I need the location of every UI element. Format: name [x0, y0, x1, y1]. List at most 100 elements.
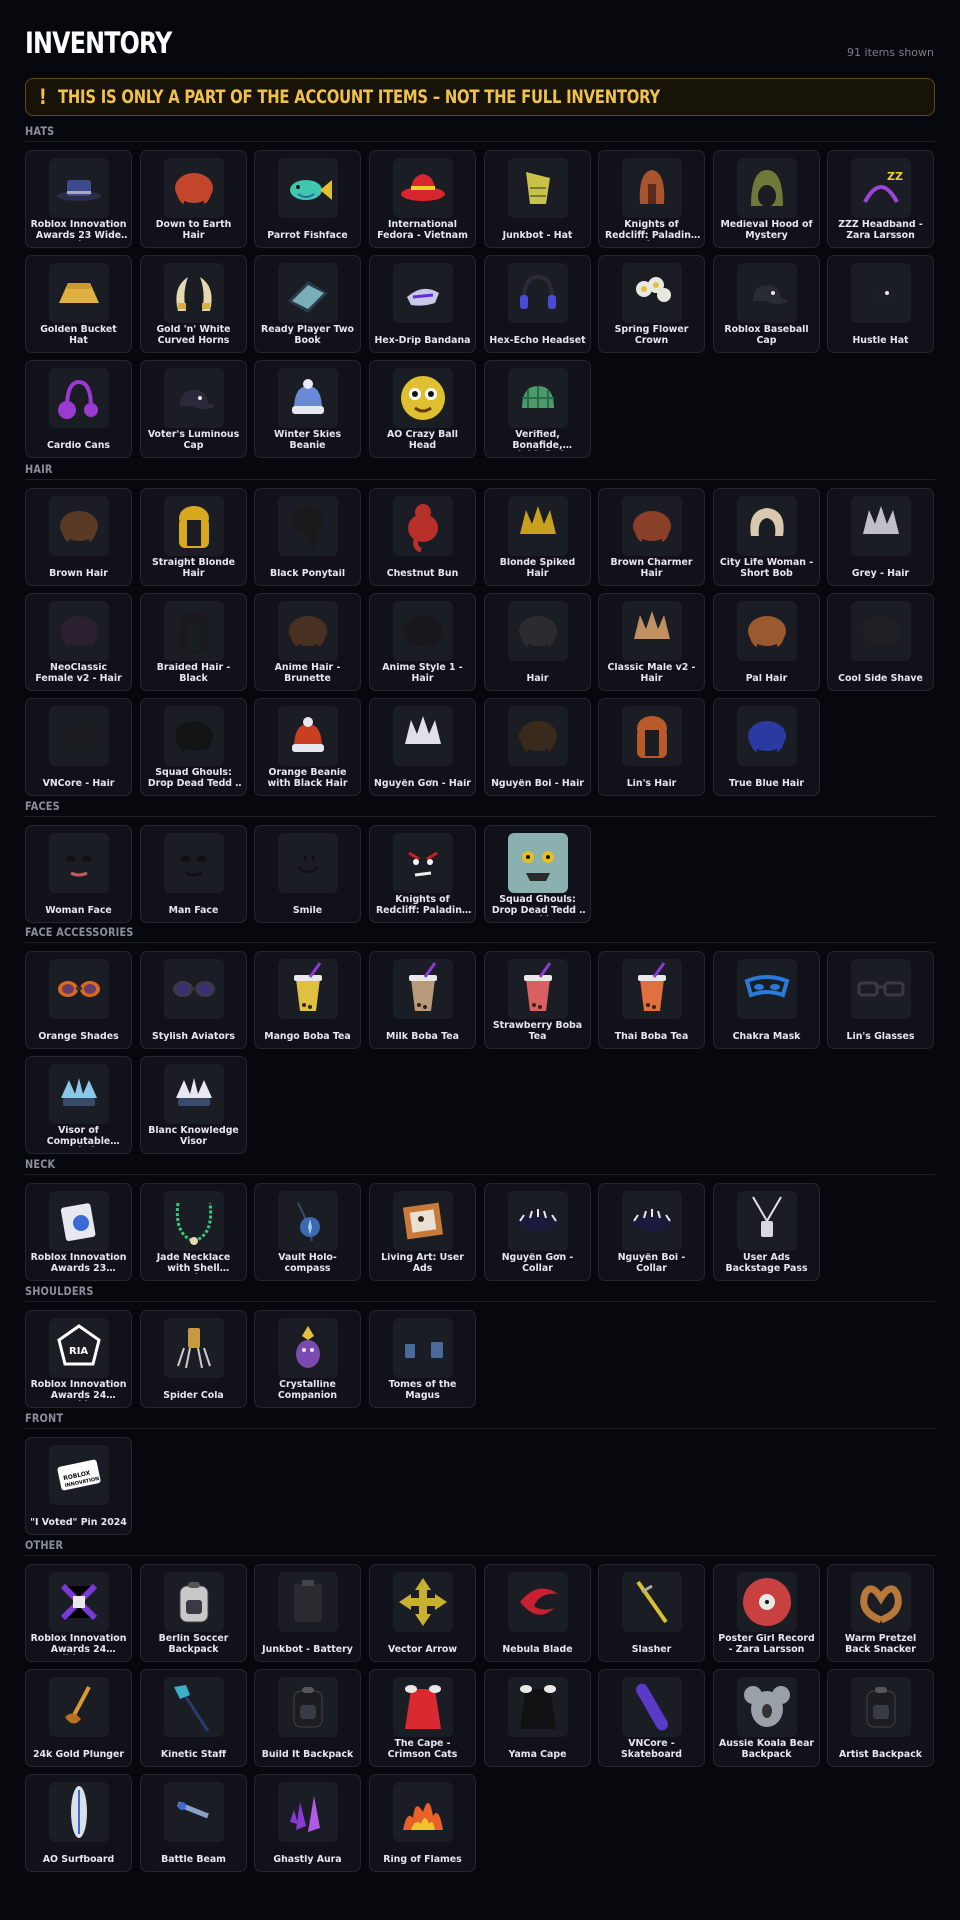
item-card[interactable]: Voter's Luminous Cap: [140, 360, 247, 458]
item-card[interactable]: Orange Beanie with Black Hair: [254, 698, 361, 796]
item-card[interactable]: VNCore - Hair: [25, 698, 132, 796]
item-card[interactable]: Ready Player Two Book: [254, 255, 361, 353]
item-card[interactable]: Brown Charmer Hair: [598, 488, 705, 586]
item-card[interactable]: Golden Bucket Hat: [25, 255, 132, 353]
item-card[interactable]: Yama Cape: [484, 1669, 591, 1767]
item-card[interactable]: Hex-Drip Bandana: [369, 255, 476, 353]
item-card[interactable]: Orange Shades: [25, 951, 132, 1049]
item-card[interactable]: Anime Hair - Brunette: [254, 593, 361, 691]
item-card[interactable]: Hustle Hat: [827, 255, 934, 353]
item-card[interactable]: Roblox Innovation Awards 23 Wide Bri…: [25, 150, 132, 248]
hair-icon: [49, 601, 109, 661]
item-card[interactable]: Brown Hair: [25, 488, 132, 586]
item-card[interactable]: Mango Boba Tea: [254, 951, 361, 1049]
item-card[interactable]: Straight Blonde Hair: [140, 488, 247, 586]
item-card[interactable]: Artist Backpack: [827, 1669, 934, 1767]
item-card[interactable]: Hair: [484, 593, 591, 691]
fedora-icon: [393, 158, 453, 218]
item-card[interactable]: Cardio Cans: [25, 360, 132, 458]
item-card[interactable]: Junkbot - Battery: [254, 1564, 361, 1662]
item-card[interactable]: User Ads Backstage Pass: [713, 1183, 820, 1281]
item-card[interactable]: Chestnut Bun: [369, 488, 476, 586]
item-card[interactable]: Jade Necklace with Shell Pendant: [140, 1183, 247, 1281]
item-card[interactable]: AO Crazy Ball Head: [369, 360, 476, 458]
item-card[interactable]: Roblox Baseball Cap: [713, 255, 820, 353]
item-card[interactable]: 24k Gold Plunger: [25, 1669, 132, 1767]
item-card[interactable]: Gold 'n' White Curved Horns: [140, 255, 247, 353]
item-card[interactable]: Nguyễn Gơn - Collar: [484, 1183, 591, 1281]
item-card[interactable]: Squad Ghouls: Drop Dead Tedd - …: [140, 698, 247, 796]
item-card[interactable]: NeoClassic Female v2 - Hair: [25, 593, 132, 691]
item-card[interactable]: Braided Hair - Black: [140, 593, 247, 691]
item-card[interactable]: Parrot Fishface: [254, 150, 361, 248]
item-name: Slasher: [631, 1644, 672, 1655]
item-card[interactable]: AO Surfboard: [25, 1774, 132, 1872]
item-card[interactable]: Kinetic Staff: [140, 1669, 247, 1767]
item-card[interactable]: Berlin Soccer Backpack: [140, 1564, 247, 1662]
item-card[interactable]: Slasher: [598, 1564, 705, 1662]
item-card[interactable]: Smile: [254, 825, 361, 923]
item-card[interactable]: Squad Ghouls: Drop Dead Tedd - Zombi…: [484, 825, 591, 923]
item-card[interactable]: Lin's Glasses: [827, 951, 934, 1049]
item-card[interactable]: Down to Earth Hair: [140, 150, 247, 248]
item-card[interactable]: Vault Holo-compass: [254, 1183, 361, 1281]
item-card[interactable]: VNCore - Skateboard: [598, 1669, 705, 1767]
item-card[interactable]: Blonde Spiked Hair: [484, 488, 591, 586]
item-card[interactable]: Nguyễn Boi - Collar: [598, 1183, 705, 1281]
item-card[interactable]: Medieval Hood of Mystery: [713, 150, 820, 248]
item-card[interactable]: Knights of Redcliff: Paladin - Helmet: [598, 150, 705, 248]
item-card[interactable]: Winter Skies Beanie: [254, 360, 361, 458]
item-card[interactable]: ZZ ZZZ Headband - Zara Larsson: [827, 150, 934, 248]
item-card[interactable]: Milk Boba Tea: [369, 951, 476, 1049]
item-card[interactable]: Nguyễn Gơn - Hair: [369, 698, 476, 796]
item-card[interactable]: Tomes of the Magus: [369, 1310, 476, 1408]
item-card[interactable]: Vector Arrow: [369, 1564, 476, 1662]
ribbon-icon: [49, 1572, 109, 1632]
item-card[interactable]: Grey - Hair: [827, 488, 934, 586]
item-card[interactable]: Man Face: [140, 825, 247, 923]
item-card[interactable]: Anime Style 1 - Hair: [369, 593, 476, 691]
item-card[interactable]: Aussie Koala Bear Backpack: [713, 1669, 820, 1767]
item-card[interactable]: Cool Side Shave: [827, 593, 934, 691]
item-card[interactable]: Warm Pretzel Back Snacker: [827, 1564, 934, 1662]
item-card[interactable]: Stylish Aviators: [140, 951, 247, 1049]
item-card[interactable]: Roblox Innovation Awards 24 Ribbon…: [25, 1564, 132, 1662]
item-card[interactable]: Ring of Flames: [369, 1774, 476, 1872]
item-card[interactable]: City Life Woman - Short Bob: [713, 488, 820, 586]
item-card[interactable]: Ghastly Aura: [254, 1774, 361, 1872]
item-card[interactable]: Living Art: User Ads: [369, 1183, 476, 1281]
boba-tea-icon: [622, 959, 682, 1019]
item-card[interactable]: The Cape - Crimson Cats: [369, 1669, 476, 1767]
item-card[interactable]: Spider Cola: [140, 1310, 247, 1408]
item-card[interactable]: Nguyễn Boi - Hair: [484, 698, 591, 796]
item-card[interactable]: Verified, Bonafide, Plaidafied: [484, 360, 591, 458]
item-card[interactable]: Black Ponytail: [254, 488, 361, 586]
item-card[interactable]: Strawberry Boba Tea: [484, 951, 591, 1049]
item-card[interactable]: Hex-Echo Headset: [484, 255, 591, 353]
item-card[interactable]: RIA Roblox Innovation Awards 24 Sparkle…: [25, 1310, 132, 1408]
item-card[interactable]: Lin's Hair: [598, 698, 705, 796]
item-card[interactable]: Classic Male v2 - Hair: [598, 593, 705, 691]
item-card[interactable]: Battle Beam: [140, 1774, 247, 1872]
item-card[interactable]: True Blue Hair: [713, 698, 820, 796]
item-name: Nguyễn Boi - Hair: [491, 778, 584, 789]
item-name: Roblox Baseball Cap: [724, 325, 809, 346]
item-card[interactable]: Pal Hair: [713, 593, 820, 691]
item-card[interactable]: Build It Backpack: [254, 1669, 361, 1767]
item-card[interactable]: ROBLOX INNOVATION "I Voted" Pin 2024: [25, 1437, 132, 1535]
item-card[interactable]: Visor of Computable Knowledge: [25, 1056, 132, 1154]
item-card[interactable]: Chakra Mask: [713, 951, 820, 1049]
item-card[interactable]: Knights of Redcliff: Paladin - Face: [369, 825, 476, 923]
item-card[interactable]: Roblox Innovation Awards 23 Memory…: [25, 1183, 132, 1281]
item-card[interactable]: Spring Flower Crown: [598, 255, 705, 353]
item-name: Parrot Fishface: [267, 230, 348, 241]
item-card[interactable]: Woman Face: [25, 825, 132, 923]
item-card[interactable]: Nebula Blade: [484, 1564, 591, 1662]
item-card[interactable]: Crystalline Companion: [254, 1310, 361, 1408]
item-card[interactable]: Blanc Knowledge Visor: [140, 1056, 247, 1154]
item-card[interactable]: Poster Girl Record - Zara Larsson: [713, 1564, 820, 1662]
item-card[interactable]: International Fedora - Vietnam: [369, 150, 476, 248]
item-card[interactable]: Thai Boba Tea: [598, 951, 705, 1049]
collar-icon: [508, 1191, 568, 1251]
item-card[interactable]: Junkbot - Hat: [484, 150, 591, 248]
